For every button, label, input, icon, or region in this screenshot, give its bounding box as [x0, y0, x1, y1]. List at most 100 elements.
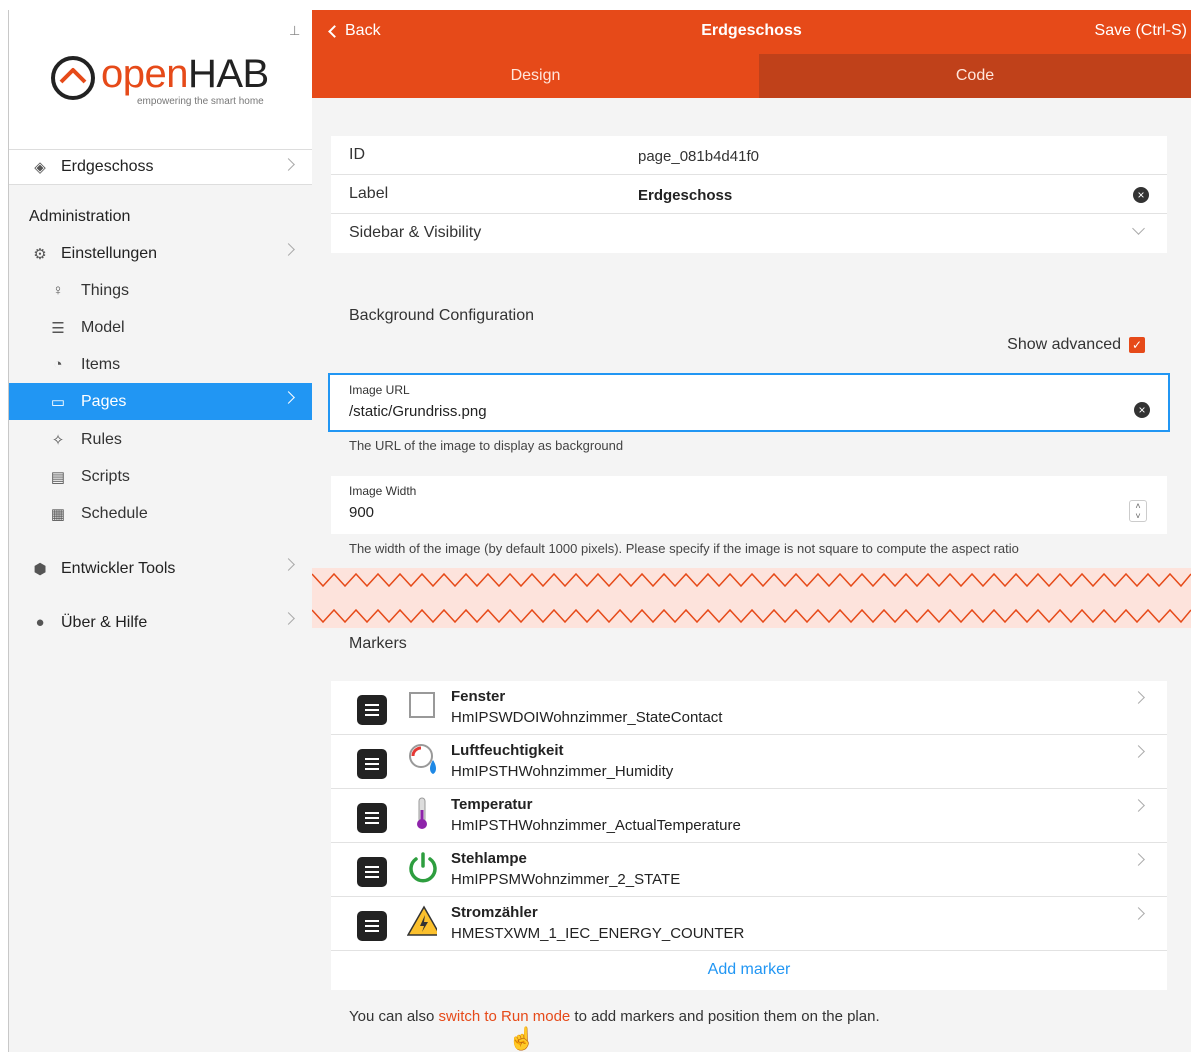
chevron-right-icon: [282, 558, 295, 571]
run-mode-hint: You can also switch to Run mode to add m…: [349, 1008, 880, 1025]
openhab-logo[interactable]: openHAB empowering the smart home: [49, 52, 289, 114]
gear-icon: ⚙: [33, 245, 47, 263]
list-item[interactable]: Luftfeuchtigkeit HmIPSTHWohnzimmer_Humid…: [331, 735, 1167, 789]
clear-icon[interactable]: ×: [1134, 402, 1150, 418]
tab-design[interactable]: Design: [312, 54, 759, 98]
warning-icon: [407, 905, 437, 937]
sidebar: ⊥ openHAB empowering the smart home ◈ Er…: [8, 10, 313, 1052]
marker-name: Fenster: [451, 688, 506, 705]
run-hint-text-before: You can also: [349, 1008, 439, 1025]
sidebar-item-label: Schedule: [81, 504, 148, 522]
list-item[interactable]: Stromzähler HMESTXWM_1_IEC_ENERGY_COUNTE…: [331, 897, 1167, 951]
label-label: Label: [349, 185, 389, 202]
calendar-icon: ▦: [50, 505, 66, 523]
marker-menu-icon[interactable]: [357, 911, 387, 941]
sidebar-item-label: Things: [81, 281, 130, 299]
list-item[interactable]: Stehlampe HmIPPSMWohnzimmer_2_STATE: [331, 843, 1167, 897]
sidebar-item-pages[interactable]: ▭ Pages: [9, 383, 313, 420]
help-icon: ●: [35, 614, 45, 631]
chevron-right-icon: [1132, 691, 1145, 704]
sidebar-item-schedule[interactable]: ▦ Schedule: [9, 495, 313, 532]
monitor-icon: ▭: [50, 393, 66, 411]
id-value: page_081b4d41f0: [638, 148, 759, 165]
humidity-icon: [407, 743, 437, 775]
show-advanced-toggle[interactable]: Show advanced ✓: [1007, 336, 1145, 354]
chevron-right-icon: [1132, 853, 1145, 866]
marker-name: Stehlampe: [451, 850, 527, 867]
sidebar-item-scripts[interactable]: ▤ Scripts: [9, 458, 313, 495]
page-properties-card: ID page_081b4d41f0 Label Erdgeschoss × S…: [331, 136, 1167, 253]
image-url-field[interactable]: Image URL ×: [328, 373, 1170, 432]
show-advanced-label: Show advanced: [1007, 336, 1121, 353]
sidebar-item-model[interactable]: ☰ Model: [9, 309, 313, 346]
sidebar-item-label: Über & Hilfe: [61, 613, 148, 631]
marker-menu-icon[interactable]: [357, 803, 387, 833]
image-url-input[interactable]: [349, 403, 1109, 420]
marker-item: HmIPPSMWohnzimmer_2_STATE: [451, 871, 681, 888]
marker-menu-icon[interactable]: [357, 695, 387, 725]
label-row[interactable]: Label Erdgeschoss ×: [331, 175, 1167, 214]
magic-icon: ✧: [51, 431, 65, 449]
chevron-right-icon: [282, 391, 295, 404]
pin-icon[interactable]: ⊥: [289, 24, 300, 38]
switch-to-run-mode-link[interactable]: switch to Run mode: [439, 1008, 571, 1025]
tab-code[interactable]: Code: [759, 54, 1191, 98]
markers-list: Fenster HmIPSWDOIWohnzimmer_StateContact…: [331, 681, 1167, 990]
torn-edge-divider: [312, 568, 1191, 628]
chevron-down-icon: [1132, 222, 1145, 235]
main-content: ID page_081b4d41f0 Label Erdgeschoss × S…: [312, 98, 1191, 1052]
layers-icon: ◈: [34, 159, 46, 176]
chevron-right-icon: [282, 243, 295, 256]
save-button[interactable]: Save (Ctrl-S): [1095, 22, 1187, 40]
sidebar-item-label: Einstellungen: [61, 244, 158, 262]
image-width-hint: The width of the image (by default 1000 …: [349, 541, 1019, 556]
chevron-right-icon: [1132, 745, 1145, 758]
window-icon: [407, 689, 437, 721]
list-icon: ☰: [51, 319, 65, 337]
id-row: ID page_081b4d41f0: [331, 136, 1167, 175]
run-hint-text-after: to add markers and position them on the …: [570, 1008, 880, 1025]
sidebar-item-label: Rules: [81, 430, 122, 448]
hand-cursor-icon: ☝: [508, 1026, 536, 1051]
number-stepper-icon[interactable]: ˄ ˅: [1129, 500, 1147, 522]
marker-item: HMESTXWM_1_IEC_ENERGY_COUNTER: [451, 925, 745, 942]
chevron-right-icon: [1132, 907, 1145, 920]
add-marker-button[interactable]: Add marker: [331, 951, 1167, 990]
sidebar-item-label: Model: [81, 318, 125, 336]
sidebar-item-ueber-hilfe[interactable]: ● Über & Hilfe: [9, 604, 313, 641]
items-icon: ◔: [53, 356, 63, 373]
sidebar-item-things[interactable]: ♀ Things: [9, 272, 313, 309]
sidebar-heading-administration: Administration: [29, 208, 131, 225]
marker-item: HmIPSTHWohnzimmer_Humidity: [451, 763, 674, 780]
sidebar-item-items[interactable]: ◔ Items: [9, 346, 313, 383]
sidebar-current-page[interactable]: ◈ Erdgeschoss: [9, 149, 313, 185]
openhab-logo-icon: [51, 56, 95, 100]
label-field[interactable]: Erdgeschoss: [638, 187, 732, 204]
image-width-field[interactable]: Image Width ˄˅: [331, 476, 1167, 534]
chevron-right-icon: [1132, 799, 1145, 812]
logo-tagline: empowering the smart home: [137, 96, 264, 107]
sidebar-header: ⊥ openHAB empowering the smart home: [9, 10, 313, 149]
chevron-right-icon: [282, 612, 295, 625]
sidebar-item-label: Pages: [81, 392, 127, 410]
id-label: ID: [349, 146, 365, 163]
marker-menu-icon[interactable]: [357, 749, 387, 779]
sidebar-item-rules[interactable]: ✧ Rules: [9, 421, 313, 458]
marker-item: HmIPSWDOIWohnzimmer_StateContact: [451, 709, 723, 726]
sidebar-item-label: Entwickler Tools: [61, 559, 176, 577]
thermometer-icon: [407, 797, 437, 829]
sidebar-item-einstellungen[interactable]: ⚙ Einstellungen: [9, 235, 313, 272]
sidebar-item-entwickler-tools[interactable]: ⬢ Entwickler Tools: [9, 550, 313, 587]
image-width-label: Image Width: [349, 484, 417, 498]
markers-title: Markers: [349, 635, 407, 652]
sidebar-visibility-row[interactable]: Sidebar & Visibility: [331, 214, 1167, 253]
image-width-input[interactable]: [349, 504, 1109, 521]
clear-icon[interactable]: ×: [1133, 187, 1149, 203]
list-item[interactable]: Temperatur HmIPSTHWohnzimmer_ActualTempe…: [331, 789, 1167, 843]
sidebar-current-page-label: Erdgeschoss: [61, 158, 154, 175]
marker-menu-icon[interactable]: [357, 857, 387, 887]
checkbox-checked-icon[interactable]: ✓: [1129, 337, 1145, 353]
page-header: Back Erdgeschoss Save (Ctrl-S) Design Co…: [312, 10, 1191, 98]
list-item[interactable]: Fenster HmIPSWDOIWohnzimmer_StateContact: [331, 681, 1167, 735]
script-icon: ▤: [50, 468, 66, 486]
